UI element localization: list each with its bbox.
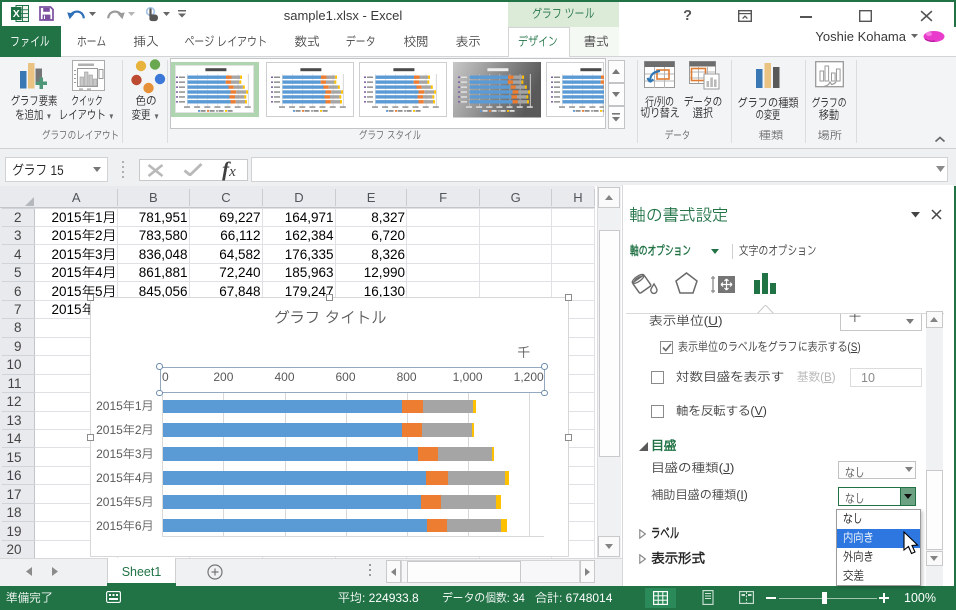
svg-text:X: X — [13, 8, 20, 20]
